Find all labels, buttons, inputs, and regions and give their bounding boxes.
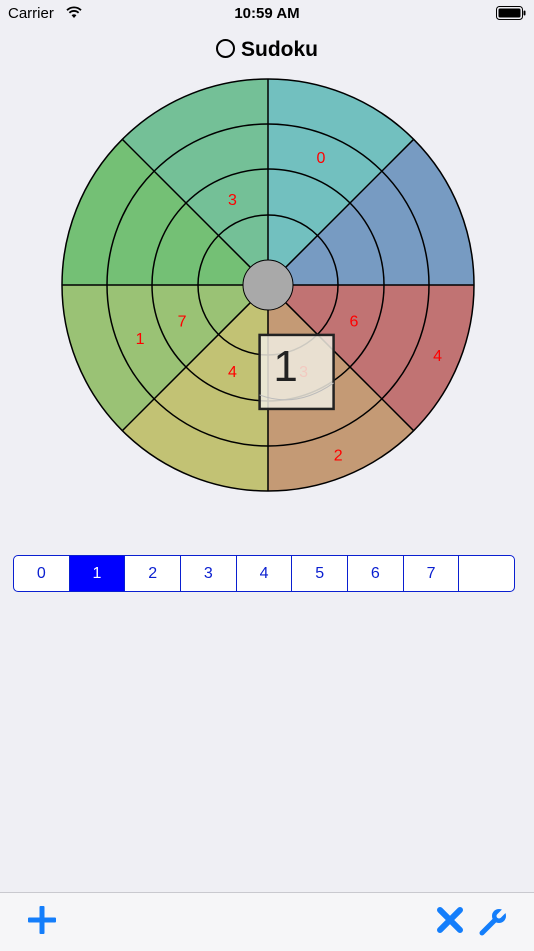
cell-value: 4 — [433, 348, 442, 365]
picker-option-1[interactable]: 1 — [69, 556, 126, 591]
picker-option-5[interactable]: 5 — [292, 556, 349, 591]
cell-value: 1 — [136, 331, 145, 348]
circle-icon — [216, 39, 235, 58]
cell-value: 4 — [228, 364, 237, 381]
battery-icon — [496, 6, 526, 20]
bottom-toolbar — [0, 892, 534, 951]
picker-option-7[interactable]: 7 — [404, 556, 460, 591]
status-time: 10:59 AM — [234, 5, 300, 22]
number-picker[interactable]: 01234567 — [13, 555, 515, 592]
cell-value: 0 — [317, 150, 326, 167]
picker-option-4[interactable]: 4 — [237, 556, 293, 591]
picker-option-0[interactable]: 0 — [14, 556, 70, 591]
cell-value: 3 — [228, 192, 237, 209]
cell-value: 7 — [178, 314, 187, 331]
picker-option-blank[interactable] — [459, 556, 514, 591]
page-title-text: Sudoku — [241, 38, 318, 61]
circular-sudoku-board[interactable]: 0364714321 — [61, 78, 475, 492]
picker-option-3[interactable]: 3 — [181, 556, 237, 591]
status-bar: Carrier 10:59 AM — [0, 0, 534, 28]
close-icon[interactable] — [437, 907, 463, 933]
selected-cell-value: 1 — [273, 342, 297, 391]
page-title: Sudoku — [0, 38, 534, 62]
cell-value: 6 — [349, 314, 358, 331]
picker-option-6[interactable]: 6 — [348, 556, 404, 591]
wrench-icon[interactable] — [478, 905, 510, 937]
plus-icon[interactable] — [27, 905, 57, 935]
center-hub — [242, 259, 294, 311]
cell-value: 2 — [334, 448, 343, 465]
picker-option-2[interactable]: 2 — [125, 556, 182, 591]
